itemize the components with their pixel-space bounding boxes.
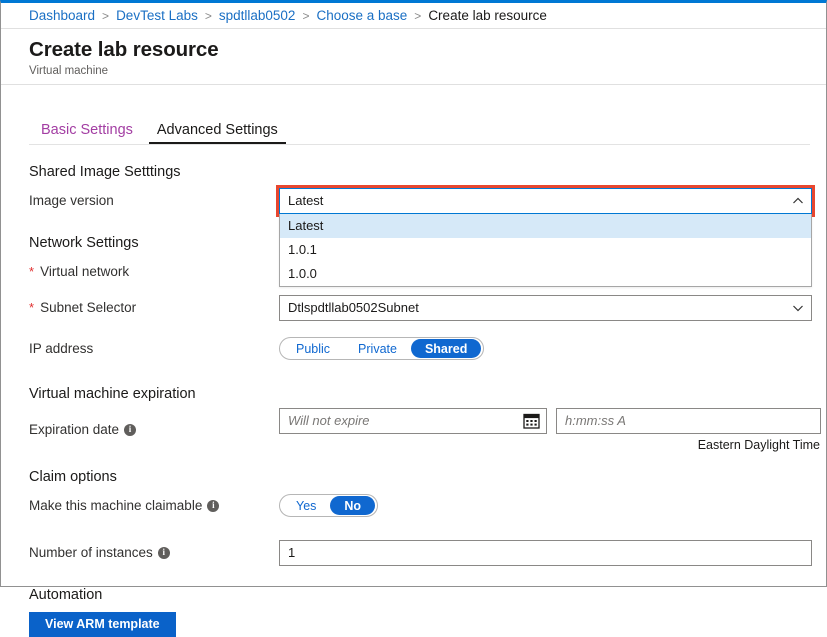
- label-virtual-network-text: Virtual network: [40, 264, 130, 280]
- expiration-date-input[interactable]: [279, 407, 547, 434]
- ip-address-option-private[interactable]: Private: [344, 339, 411, 358]
- page-header: Create lab resource Virtual machine: [1, 29, 826, 85]
- field-row-expiration-date: Expiration date i Will not expire h:mm:s…: [29, 407, 821, 452]
- info-icon[interactable]: i: [124, 423, 137, 436]
- number-of-instances-field: [279, 539, 812, 566]
- info-icon[interactable]: i: [157, 546, 170, 559]
- subnet-selector-select[interactable]: Dtlspdtllab0502Subnet: [279, 294, 812, 321]
- advanced-settings-form: Shared Image Setttings Image version Lat…: [1, 164, 826, 637]
- section-heading-network-text: Network Settings: [29, 234, 139, 251]
- view-arm-template-button[interactable]: View ARM template: [29, 611, 176, 637]
- timezone-note: Eastern Daylight Time: [697, 437, 820, 452]
- subnet-selector-trigger[interactable]: Dtlspdtllab0502Subnet: [279, 294, 812, 321]
- section-heading-claim-options: Claim options: [29, 468, 117, 485]
- label-ip-address: IP address: [29, 341, 279, 356]
- expiration-time-wrap: [556, 407, 821, 434]
- field-row-claimable: Make this machine claimable i Yes No: [29, 491, 812, 521]
- section-heading-shared-image: Shared Image Setttings: [29, 163, 181, 180]
- label-expiration-date: Expiration date i: [29, 422, 279, 437]
- label-subnet-selector-text: Subnet Selector: [40, 300, 137, 316]
- field-row-image-version: Image version Latest Latest 1.0.1 1.0.0: [29, 184, 815, 287]
- expiration-time-input[interactable]: [556, 407, 821, 434]
- subnet-selector-field: Dtlspdtllab0502Subnet: [279, 294, 812, 321]
- breadcrumb-separator-icon: >: [302, 8, 310, 23]
- breadcrumb-item-dashboard[interactable]: Dashboard: [29, 8, 95, 23]
- breadcrumb-separator-icon: >: [414, 8, 422, 23]
- breadcrumb-item-choose-a-base[interactable]: Choose a base: [316, 8, 407, 23]
- tab-basic-settings[interactable]: Basic Settings: [29, 122, 145, 145]
- breadcrumb-separator-icon: >: [204, 8, 212, 23]
- info-icon[interactable]: i: [207, 499, 220, 512]
- claimable-field: Yes No: [279, 494, 812, 518]
- label-virtual-network: * Virtual network: [29, 264, 279, 279]
- expiration-date-wrap: [279, 407, 547, 434]
- claimable-toggle: Yes No: [279, 494, 379, 518]
- image-version-select[interactable]: Latest: [279, 187, 812, 214]
- breadcrumb-separator-icon: >: [102, 8, 110, 23]
- image-version-select-trigger[interactable]: Latest: [279, 187, 812, 214]
- label-image-version-text: Image version: [29, 193, 114, 209]
- ip-address-option-public[interactable]: Public: [282, 339, 344, 358]
- tab-divider: [29, 143, 810, 145]
- claimable-option-no[interactable]: No: [330, 496, 376, 516]
- image-version-option-1-0-0[interactable]: 1.0.0: [280, 262, 811, 286]
- section-heading-expiration: Virtual machine expiration: [29, 385, 196, 402]
- section-heading-automation: Automation: [29, 586, 103, 603]
- ip-address-toggle: Public Private Shared: [279, 337, 485, 361]
- required-marker-icon: *: [29, 300, 35, 316]
- subnet-selector-value: Dtlspdtllab0502Subnet: [288, 300, 419, 316]
- label-ip-address-text: IP address: [29, 341, 94, 357]
- label-number-of-instances-text: Number of instances: [29, 545, 153, 561]
- label-claimable-text: Make this machine claimable: [29, 498, 203, 514]
- required-marker-icon: *: [29, 264, 35, 280]
- label-claimable: Make this machine claimable i: [29, 498, 279, 513]
- field-row-number-of-instances: Number of instances i: [29, 538, 812, 568]
- number-of-instances-input[interactable]: [279, 539, 812, 566]
- image-version-option-list: Latest 1.0.1 1.0.0: [279, 213, 812, 287]
- tab-bar: Basic Settings Advanced Settings: [1, 109, 826, 145]
- breadcrumb-item-lab-name[interactable]: spdtllab0502: [219, 8, 296, 23]
- field-row-subnet-selector: * Subnet Selector Dtlspdtllab0502Subnet: [29, 293, 812, 323]
- image-version-option-latest[interactable]: Latest: [280, 213, 811, 238]
- field-row-ip-address: IP address Public Private Shared: [29, 334, 812, 364]
- label-number-of-instances: Number of instances i: [29, 545, 279, 560]
- label-subnet-selector: * Subnet Selector: [29, 300, 279, 315]
- page-subtitle: Virtual machine: [29, 64, 109, 77]
- label-expiration-date-text: Expiration date: [29, 422, 120, 438]
- expiration-fields: Eastern Daylight Time: [279, 407, 821, 452]
- ip-address-option-shared[interactable]: Shared: [410, 339, 482, 359]
- page-title: Create lab resource: [29, 38, 219, 61]
- image-version-selected-value: Latest: [288, 193, 324, 209]
- claimable-option-yes[interactable]: Yes: [282, 496, 330, 515]
- breadcrumb: Dashboard > DevTest Labs > spdtllab0502 …: [1, 3, 826, 29]
- expiration-datetime-row: [279, 407, 821, 434]
- image-version-dropdown-host: Latest Latest 1.0.1 1.0.0: [276, 184, 815, 287]
- label-image-version: Image version: [29, 193, 279, 208]
- tab-advanced-settings[interactable]: Advanced Settings: [145, 122, 290, 145]
- ip-address-field: Public Private Shared: [279, 337, 812, 361]
- breadcrumb-item-devtest-labs[interactable]: DevTest Labs: [116, 8, 198, 23]
- image-version-option-1-0-1[interactable]: 1.0.1: [280, 238, 811, 262]
- portal-page: Dashboard > DevTest Labs > spdtllab0502 …: [0, 0, 827, 637]
- breadcrumb-item-current: Create lab resource: [428, 8, 547, 23]
